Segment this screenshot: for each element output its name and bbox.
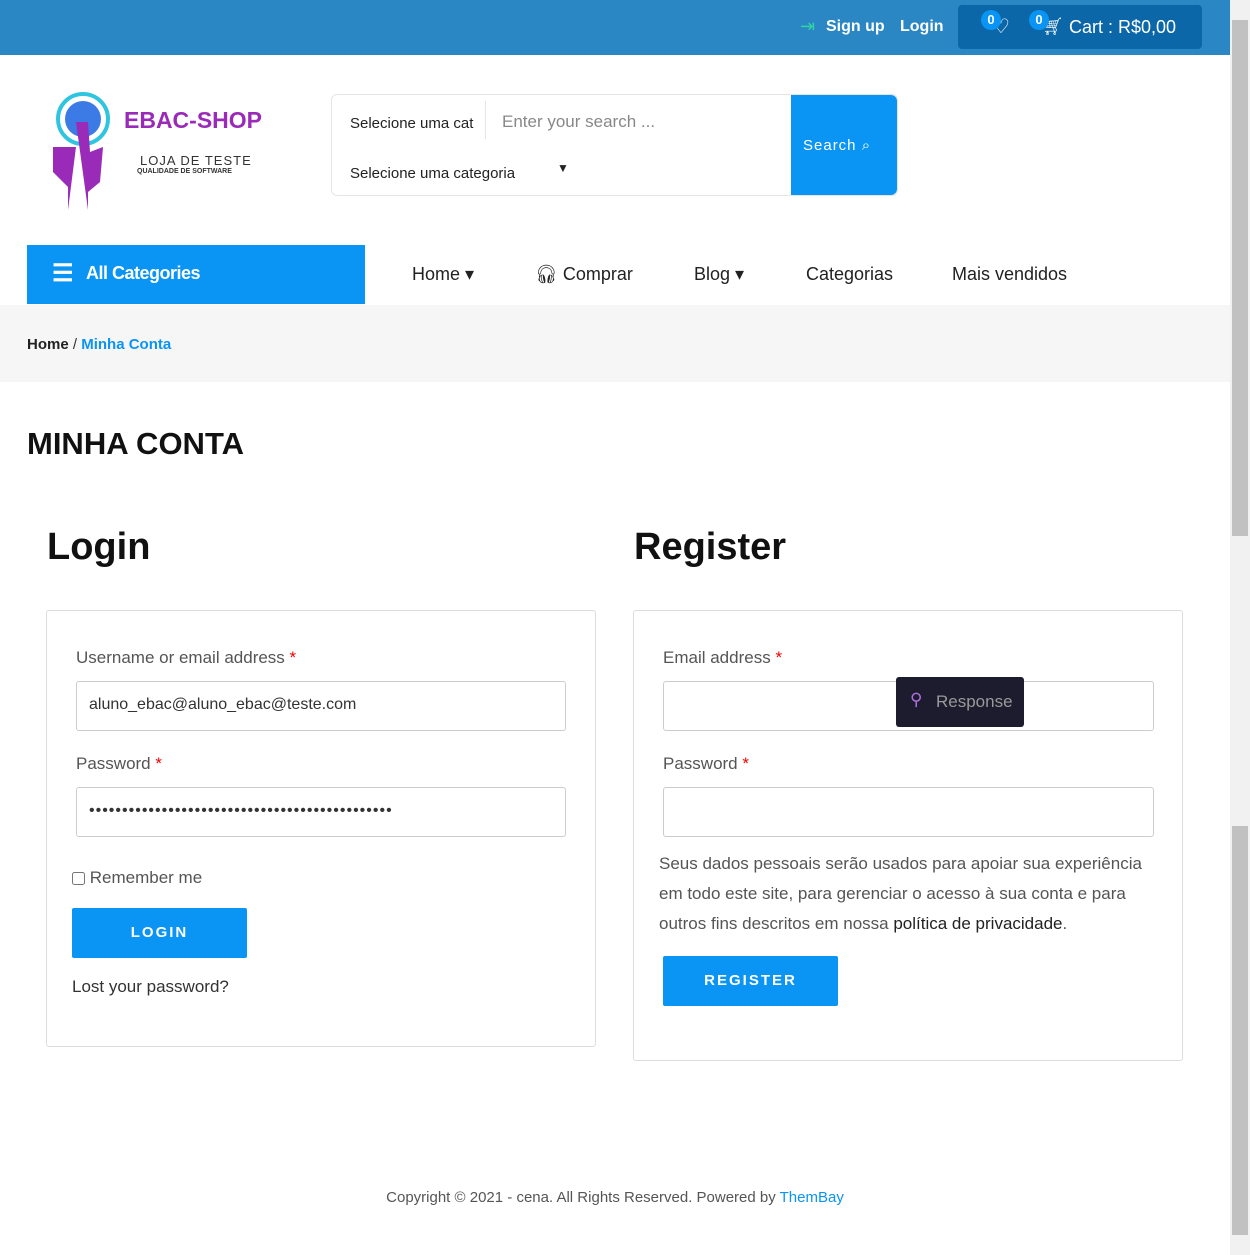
- category-select[interactable]: Selecione uma categoria: [350, 165, 515, 182]
- register-title: Register: [634, 526, 787, 568]
- breadcrumb-home[interactable]: Home: [27, 336, 69, 353]
- lost-password-link[interactable]: Lost your password?: [72, 977, 229, 997]
- chevron-down-icon: ▼: [557, 161, 569, 175]
- cart-total[interactable]: Cart : R$0,00: [1069, 17, 1176, 38]
- register-password-label: Password *: [663, 754, 749, 773]
- headphones-icon: 🎧︎: [535, 264, 558, 284]
- breadcrumb: Home / Minha Conta: [0, 305, 1230, 382]
- search-icon: ⌕: [861, 137, 872, 154]
- login-title: Login: [47, 526, 151, 568]
- nav-home[interactable]: Home ▾: [412, 264, 474, 285]
- logo-tagline: QUALIDADE DE SOFTWARE: [137, 168, 232, 175]
- top-bar: ⇥ Sign up Login ♡ 0 🛒︎ 0 Cart : R$0,00: [0, 0, 1230, 55]
- password-input[interactable]: ••••••••••••••••••••••••••••••••••••••••…: [76, 787, 566, 837]
- page-title: MINHA CONTA: [27, 426, 244, 461]
- nav-mais-vendidos[interactable]: Mais vendidos: [952, 264, 1067, 285]
- login-button[interactable]: LOGIN: [72, 908, 247, 958]
- search-button-label: Search: [803, 137, 857, 154]
- wishlist-count: 0: [981, 10, 1001, 30]
- search-input[interactable]: Enter your search ...: [502, 112, 655, 132]
- thembay-link[interactable]: ThemBay: [780, 1189, 844, 1206]
- search-box: Selecione uma cat Enter your search ... …: [331, 94, 898, 196]
- cart-box[interactable]: ♡ 0 🛒︎ 0 Cart : R$0,00: [958, 5, 1202, 49]
- nav-comprar[interactable]: 🎧︎ Comprar: [535, 264, 633, 285]
- login-link[interactable]: Login: [900, 18, 944, 36]
- response-tooltip[interactable]: ⚲ Response: [896, 677, 1024, 727]
- nav-blog[interactable]: Blog ▾: [694, 264, 744, 285]
- menu-icon: ☰: [52, 260, 74, 287]
- username-input[interactable]: aluno_ebac@aluno_ebac@teste.com: [76, 681, 566, 731]
- category-short[interactable]: Selecione uma cat: [350, 115, 473, 132]
- scrollbar-thumb-lower[interactable]: [1232, 826, 1248, 1235]
- pin-icon: ⚲: [910, 690, 923, 709]
- password-label: Password *: [76, 754, 162, 773]
- cart-count: 0: [1029, 10, 1049, 30]
- privacy-text: Seus dados pessoais serão usados para ap…: [659, 854, 1142, 933]
- email-label: Email address *: [663, 648, 783, 667]
- breadcrumb-current: Minha Conta: [81, 336, 172, 353]
- logo-subtitle: LOJA DE TESTE: [140, 153, 252, 168]
- register-button[interactable]: REGISTER: [663, 956, 838, 1006]
- signup-icon: ⇥: [800, 16, 816, 36]
- all-categories-label: All Categories: [86, 263, 201, 283]
- logo-hand-icon: [53, 92, 110, 210]
- signup-link[interactable]: Sign up: [826, 18, 885, 36]
- search-button[interactable]: Search ⌕: [791, 95, 897, 195]
- all-categories-button[interactable]: ☰ All Categories: [27, 245, 365, 304]
- privacy-link[interactable]: política de privacidade: [893, 914, 1062, 933]
- logo-title: EBAC-SHOP: [124, 107, 263, 133]
- nav-categorias[interactable]: Categorias: [806, 264, 893, 285]
- remember-me[interactable]: Remember me: [72, 868, 202, 888]
- register-password-input[interactable]: [663, 787, 1154, 837]
- breadcrumb-sep: /: [72, 336, 78, 353]
- scrollbar[interactable]: [1230, 0, 1250, 1255]
- footer: Copyright © 2021 - cena. All Rights Rese…: [386, 1189, 844, 1206]
- scrollbar-thumb[interactable]: [1232, 20, 1248, 536]
- logo[interactable]: EBAC-SHOP LOJA DE TESTE QUALIDADE DE SOF…: [40, 90, 275, 220]
- username-label: Username or email address *: [76, 648, 297, 667]
- login-form: Username or email address * aluno_ebac@a…: [46, 610, 596, 1047]
- remember-checkbox[interactable]: [72, 872, 85, 886]
- register-form: Email address * ⚲ Response Password * Se…: [633, 610, 1183, 1061]
